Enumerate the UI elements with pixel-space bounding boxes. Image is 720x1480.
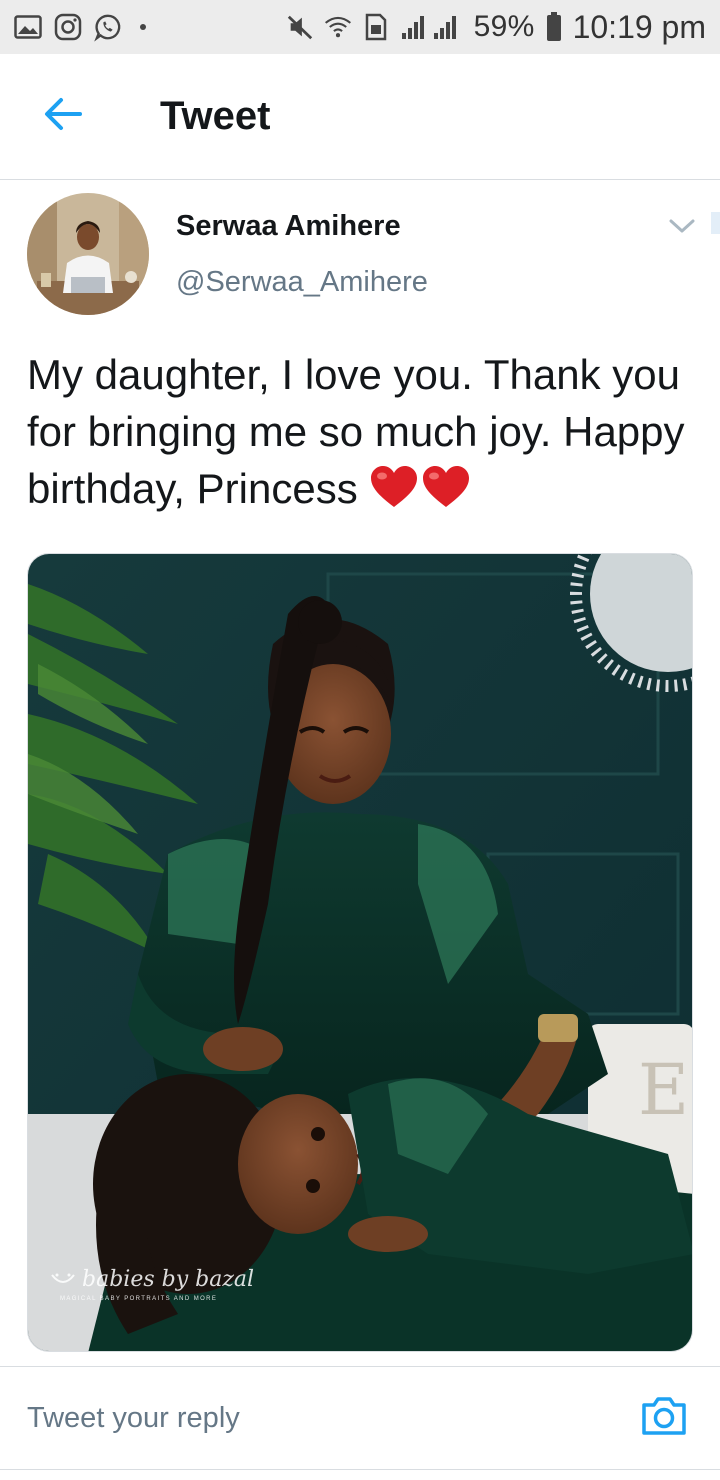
avatar[interactable]	[27, 193, 149, 315]
notification-dot	[140, 24, 146, 30]
red-heart-icon	[421, 465, 471, 523]
back-arrow-icon	[43, 97, 83, 136]
wifi-icon	[324, 13, 352, 41]
status-bar: 59% 10:19 pm	[0, 0, 720, 54]
mute-icon	[286, 13, 314, 41]
edge-indicator	[711, 212, 720, 234]
battery-percent: 59%	[473, 10, 535, 43]
tweet-text-body: My daughter, I love you. Thank you for b…	[27, 351, 685, 512]
author-handle[interactable]: @Serwaa_Amihere	[176, 266, 428, 299]
svg-text:E: E	[638, 1049, 689, 1131]
reply-input[interactable]: Tweet your reply	[27, 1402, 638, 1435]
clock: 10:19 pm	[572, 8, 706, 45]
watermark-tagline: MAGICAL BABY PORTRAITS AND MORE	[60, 1296, 218, 1302]
reply-bar: Tweet your reply	[0, 1366, 720, 1470]
camera-icon	[640, 1395, 688, 1442]
gallery-icon	[14, 13, 42, 41]
tweet-text: My daughter, I love you. Thank you for b…	[27, 346, 697, 523]
photo-watermark: babies by bazal MAGICAL BABY PORTRAITS A…	[50, 1267, 254, 1302]
smile-icon	[50, 1273, 76, 1287]
red-heart-icon	[369, 465, 419, 523]
chevron-down-icon	[669, 218, 695, 239]
page-title: Tweet	[160, 94, 271, 138]
app-header: Tweet	[0, 54, 720, 180]
heart-emojis	[369, 465, 471, 523]
tweet-photo[interactable]: E babies by bazal MAGICAL BABY PORTRAITS…	[27, 553, 693, 1352]
tweet-options-button[interactable]	[664, 210, 700, 246]
whatsapp-icon	[94, 13, 122, 42]
author-name[interactable]: Serwaa Amihere	[176, 210, 401, 243]
signal-icon	[400, 13, 464, 41]
sim-icon	[362, 13, 390, 41]
battery-icon	[545, 12, 563, 41]
instagram-icon	[54, 13, 82, 41]
watermark-text: babies by bazal	[82, 1267, 255, 1292]
camera-button[interactable]	[638, 1392, 690, 1444]
back-button[interactable]	[28, 82, 98, 152]
